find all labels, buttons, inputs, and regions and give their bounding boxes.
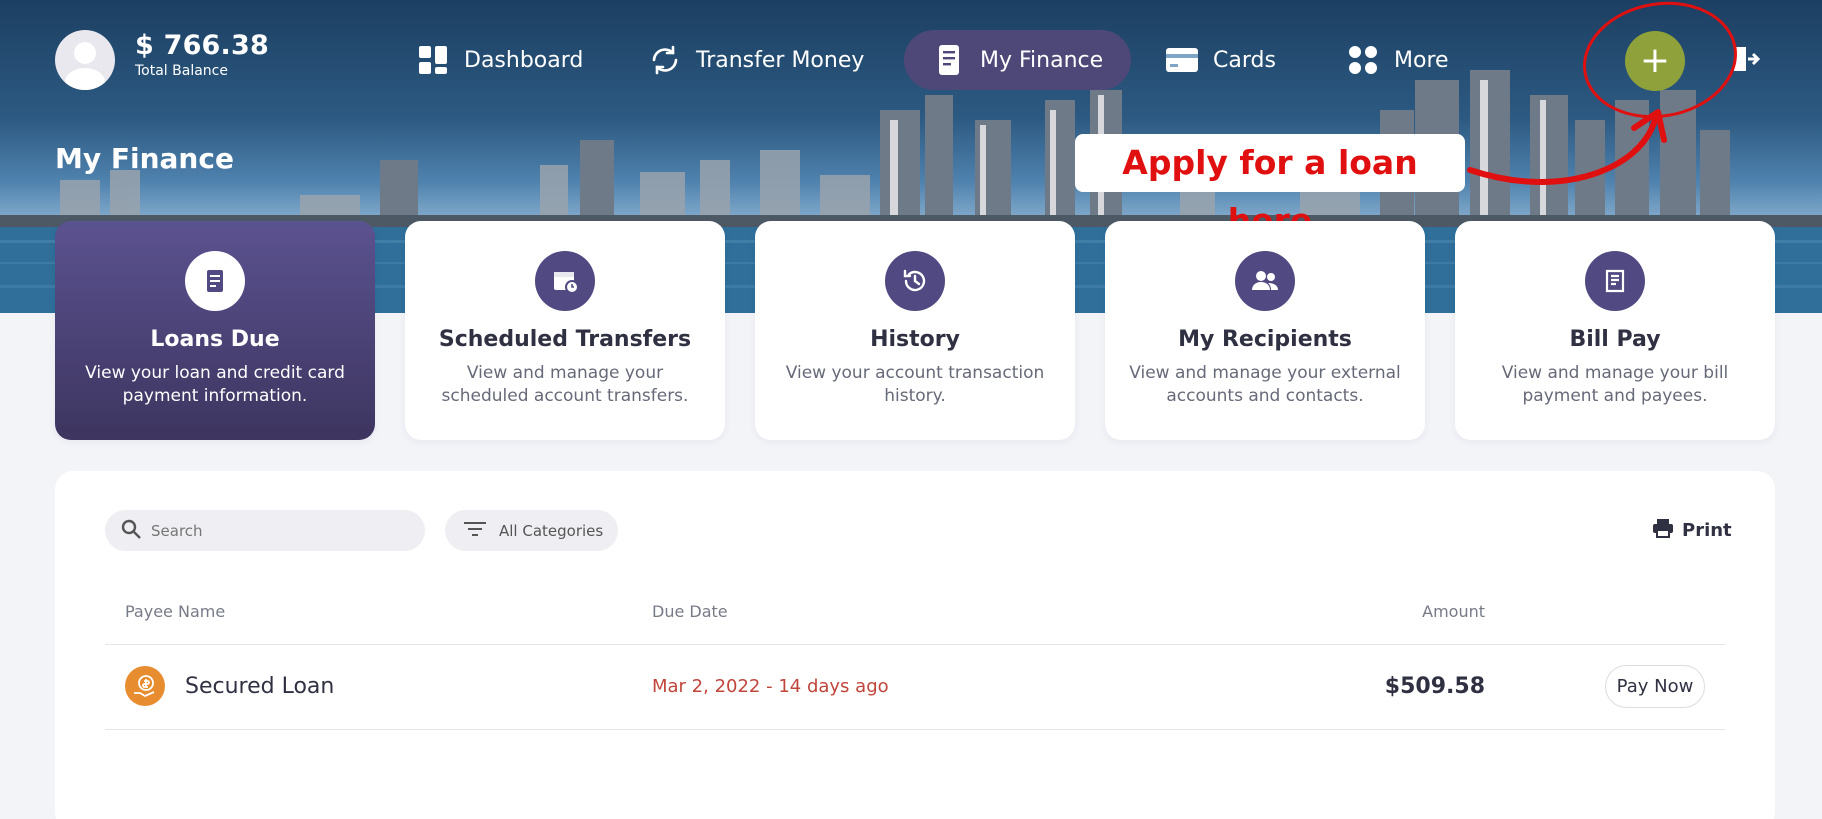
divider — [105, 644, 1725, 645]
due-date: Mar 2, 2022 - 14 days ago — [652, 676, 889, 697]
search-input[interactable] — [151, 521, 401, 540]
card-title: Scheduled Transfers — [438, 327, 692, 352]
loan-dollar-icon — [125, 666, 165, 706]
card-bill-pay[interactable]: Bill Pay View and manage your bill payme… — [1455, 221, 1775, 440]
recipients-icon — [1235, 251, 1295, 311]
logout-icon[interactable] — [1730, 44, 1761, 74]
history-icon — [885, 251, 945, 311]
amount: $509.58 — [1384, 674, 1485, 699]
pay-now-button[interactable]: Pay Now — [1605, 665, 1705, 708]
card-desc: View and manage your bill payment and pa… — [1501, 363, 1729, 406]
loans-panel: All Categories Print Payee Name Due Date… — [55, 471, 1775, 819]
search-box[interactable] — [105, 510, 425, 551]
card-desc: View your account transaction history. — [785, 363, 1045, 406]
bill-icon — [1585, 251, 1645, 311]
more-grid-icon — [1346, 43, 1380, 77]
print-label: Print — [1682, 520, 1732, 541]
printer-icon — [1652, 518, 1674, 543]
nav-my-finance[interactable]: My Finance — [904, 30, 1132, 90]
print-button[interactable]: Print — [1652, 518, 1732, 543]
card-loans-due[interactable]: Loans Due View your loan and credit card… — [55, 221, 375, 440]
nav-transfer-label: Transfer Money — [696, 47, 865, 73]
balance-amount: $ 766.38 — [135, 30, 269, 61]
nav-more[interactable]: More — [1318, 30, 1477, 90]
loans-receipt-icon — [185, 251, 245, 311]
avatar[interactable] — [55, 30, 115, 90]
user-avatar-icon — [65, 42, 105, 90]
card-title: Bill Pay — [1569, 327, 1661, 352]
header-payee: Payee Name — [125, 602, 226, 621]
nav-finance-label: My Finance — [980, 47, 1104, 73]
payee-name: Secured Loan — [185, 674, 335, 699]
nav-cards[interactable]: Cards — [1137, 30, 1304, 90]
nav-cards-label: Cards — [1213, 47, 1276, 73]
filter-label: All Categories — [499, 521, 604, 540]
balance-block: $ 766.38 Total Balance — [135, 30, 269, 79]
header-amount: Amount — [1422, 602, 1485, 621]
nav-dashboard-label: Dashboard — [464, 47, 584, 73]
balance-label: Total Balance — [135, 63, 228, 79]
card-title: My Recipients — [1178, 327, 1352, 352]
card-my-recipients[interactable]: My Recipients View and manage your exter… — [1105, 221, 1425, 440]
divider — [105, 729, 1725, 730]
card-desc: View your loan and credit card payment i… — [85, 363, 345, 406]
nav-more-label: More — [1394, 47, 1449, 73]
card-title: Loans Due — [150, 327, 280, 352]
transfer-icon — [648, 43, 682, 77]
header-due-date: Due Date — [652, 602, 728, 621]
credit-card-icon — [1165, 43, 1199, 77]
page-title: My Finance — [55, 142, 234, 175]
card-scheduled-transfers[interactable]: Scheduled Transfers View and manage your… — [405, 221, 725, 440]
nav-dashboard[interactable]: Dashboard — [388, 30, 611, 90]
dashboard-icon — [416, 43, 450, 77]
apply-loan-add-button[interactable]: + — [1625, 31, 1685, 91]
filter-icon — [463, 520, 487, 542]
annotation-callout: Apply for a loan here — [1075, 134, 1465, 240]
card-history[interactable]: History View your account transaction hi… — [755, 221, 1075, 440]
calendar-clock-icon — [535, 251, 595, 311]
nav-transfer-money[interactable]: Transfer Money — [620, 30, 892, 90]
category-filter[interactable]: All Categories — [445, 510, 618, 551]
search-icon — [121, 519, 141, 543]
finance-receipt-icon — [932, 43, 966, 77]
card-desc: View and manage your scheduled account t… — [441, 363, 689, 406]
card-title: History — [870, 327, 960, 352]
card-desc: View and manage your external accounts a… — [1129, 363, 1401, 406]
